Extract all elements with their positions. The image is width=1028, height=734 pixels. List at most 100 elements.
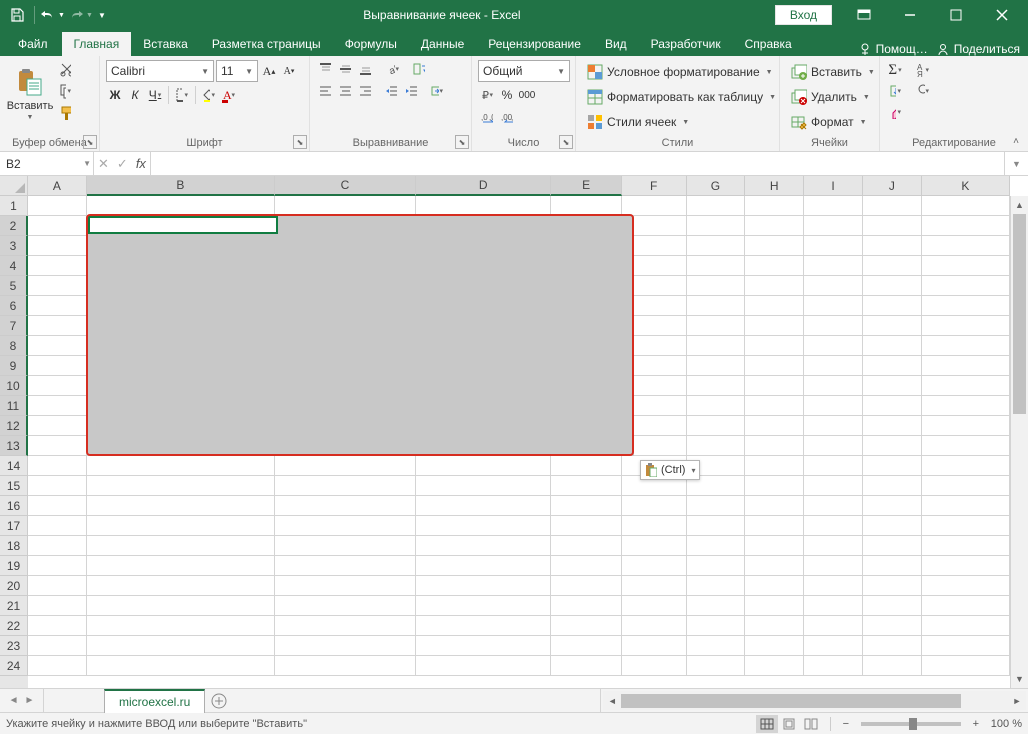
zoom-out-button[interactable]: − xyxy=(839,718,853,730)
column-header[interactable]: C xyxy=(275,176,416,196)
tab-разметка страницы[interactable]: Разметка страницы xyxy=(200,32,333,56)
column-header[interactable]: A xyxy=(28,176,87,196)
new-sheet-button[interactable] xyxy=(205,689,233,712)
view-layout-icon[interactable] xyxy=(778,715,800,733)
row-header[interactable]: 8 xyxy=(0,336,28,356)
minimize-button[interactable] xyxy=(888,0,932,30)
fill-color-button[interactable]: ▾ xyxy=(200,86,218,104)
italic-button[interactable]: К xyxy=(126,86,144,104)
row-header[interactable]: 13 xyxy=(0,436,28,456)
delete-cells-button[interactable]: Удалить▼ xyxy=(786,86,875,108)
row-header[interactable]: 6 xyxy=(0,296,28,316)
column-header[interactable]: I xyxy=(804,176,863,196)
save-icon[interactable] xyxy=(4,2,30,28)
font-size-combo[interactable]: 11▼ xyxy=(216,60,258,82)
align-center-icon[interactable] xyxy=(336,82,354,100)
row-header[interactable]: 24 xyxy=(0,656,28,676)
border-button[interactable]: ▾ xyxy=(173,86,191,104)
conditional-formatting-button[interactable]: Условное форматирование▼ xyxy=(582,61,778,83)
font-name-combo[interactable]: Calibri▼ xyxy=(106,60,214,82)
close-button[interactable] xyxy=(980,0,1024,30)
orientation-icon[interactable]: ab▾ xyxy=(384,60,402,78)
expand-formula-icon[interactable]: ▼ xyxy=(1004,152,1028,175)
number-format-combo[interactable]: Общий▼ xyxy=(478,60,570,82)
row-header[interactable]: 16 xyxy=(0,496,28,516)
align-middle-icon[interactable] xyxy=(336,60,354,78)
copy-button[interactable]: ▾ xyxy=(56,82,74,100)
underline-button[interactable]: Ч▾ xyxy=(146,86,164,104)
row-header[interactable]: 1 xyxy=(0,196,28,216)
scroll-right-icon[interactable]: ► xyxy=(1008,692,1026,710)
ribbon-display-icon[interactable] xyxy=(842,0,886,30)
row-header[interactable]: 23 xyxy=(0,636,28,656)
column-header[interactable]: G xyxy=(687,176,746,196)
cell-styles-button[interactable]: Стили ячеек▼ xyxy=(582,111,694,133)
row-header[interactable]: 15 xyxy=(0,476,28,496)
bold-button[interactable]: Ж xyxy=(106,86,124,104)
column-header[interactable]: K xyxy=(922,176,1010,196)
tell-me-button[interactable]: Помощ… xyxy=(858,42,928,56)
scroll-left-icon[interactable]: ◄ xyxy=(603,692,621,710)
autosum-icon[interactable]: Σ▾ xyxy=(886,61,904,79)
decrease-font-icon[interactable]: A▾ xyxy=(280,62,298,80)
clear-icon[interactable]: ▾ xyxy=(886,103,904,121)
accounting-format-icon[interactable]: ₽▾ xyxy=(478,86,496,104)
column-header[interactable]: B xyxy=(87,176,275,196)
row-header[interactable]: 22 xyxy=(0,616,28,636)
row-header[interactable]: 7 xyxy=(0,316,28,336)
collapse-ribbon-icon[interactable]: ˄ xyxy=(1008,133,1024,149)
zoom-in-button[interactable]: + xyxy=(969,718,983,730)
column-header[interactable]: H xyxy=(745,176,804,196)
share-button[interactable]: Поделиться xyxy=(936,42,1020,56)
align-left-icon[interactable] xyxy=(316,82,334,100)
row-header[interactable]: 10 xyxy=(0,376,28,396)
merge-center-icon[interactable]: ▾ xyxy=(428,82,446,100)
align-top-icon[interactable] xyxy=(316,60,334,78)
font-color-button[interactable]: A▾ xyxy=(220,86,238,104)
increase-indent-icon[interactable] xyxy=(402,82,420,100)
comma-format-icon[interactable]: 000 xyxy=(518,86,536,104)
align-right-icon[interactable] xyxy=(356,82,374,100)
row-header[interactable]: 5 xyxy=(0,276,28,296)
decrease-indent-icon[interactable] xyxy=(382,82,400,100)
row-header[interactable]: 4 xyxy=(0,256,28,276)
format-cells-button[interactable]: Формат▼ xyxy=(786,111,872,133)
view-normal-icon[interactable] xyxy=(756,715,778,733)
vertical-scrollbar[interactable]: ▲ ▼ xyxy=(1010,196,1028,688)
sheet-nav[interactable]: ◄► xyxy=(0,689,44,712)
tab-формулы[interactable]: Формулы xyxy=(333,32,409,56)
tab-справка[interactable]: Справка xyxy=(733,32,804,56)
qat-customize-icon[interactable]: ▼ xyxy=(95,2,109,28)
scroll-thumb[interactable] xyxy=(621,694,961,708)
column-header[interactable]: F xyxy=(622,176,687,196)
scroll-thumb[interactable] xyxy=(1013,214,1026,414)
undo-icon[interactable]: ▼ xyxy=(39,2,65,28)
insert-cells-button[interactable]: Вставить▼ xyxy=(786,61,880,83)
row-header[interactable]: 11 xyxy=(0,396,28,416)
horizontal-scrollbar[interactable]: ◄ ► xyxy=(603,691,1026,710)
row-header[interactable]: 21 xyxy=(0,596,28,616)
dialog-launcher-icon[interactable]: ⬊ xyxy=(455,135,469,149)
cut-button[interactable] xyxy=(56,60,74,78)
format-as-table-button[interactable]: Форматировать как таблицу▼ xyxy=(582,86,781,108)
row-header[interactable]: 18 xyxy=(0,536,28,556)
formula-input[interactable] xyxy=(151,152,1004,175)
tab-данные[interactable]: Данные xyxy=(409,32,476,56)
hsplit-handle[interactable] xyxy=(593,689,601,712)
scroll-up-icon[interactable]: ▲ xyxy=(1011,196,1028,214)
maximize-button[interactable] xyxy=(934,0,978,30)
cancel-formula-icon[interactable]: ✕ xyxy=(98,156,109,172)
find-select-icon[interactable]: ▾ xyxy=(914,82,932,100)
format-painter-button[interactable] xyxy=(56,104,74,122)
align-bottom-icon[interactable] xyxy=(356,60,374,78)
row-header[interactable]: 17 xyxy=(0,516,28,536)
paste-options-tag[interactable]: (Ctrl) xyxy=(640,460,700,480)
row-header[interactable]: 2 xyxy=(0,216,28,236)
tab-главная[interactable]: Главная xyxy=(62,32,132,56)
tab-file[interactable]: Файл xyxy=(4,32,62,56)
row-header[interactable]: 14 xyxy=(0,456,28,476)
view-pagebreak-icon[interactable] xyxy=(800,715,822,733)
row-header[interactable]: 12 xyxy=(0,416,28,436)
column-header[interactable]: D xyxy=(416,176,551,196)
row-header[interactable]: 3 xyxy=(0,236,28,256)
